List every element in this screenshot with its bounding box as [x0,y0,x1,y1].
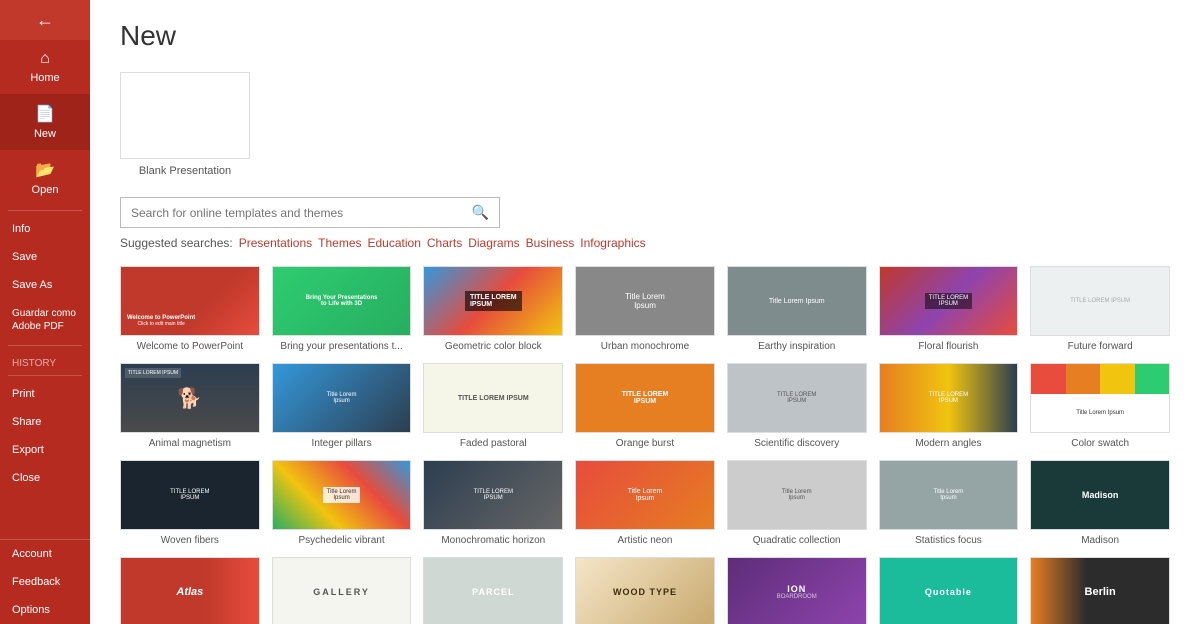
template-color-swatch[interactable]: Title Lorem Ipsum Color swatch [1030,363,1170,450]
search-bar: 🔍 [120,197,500,228]
template-name: Floral flourish [879,340,1019,353]
divider-2 [8,345,82,346]
sidebar-item-new[interactable]: 📄 New [0,94,90,150]
template-name: Color swatch [1030,437,1170,450]
sidebar-item-export[interactable]: Export [0,436,90,464]
template-berlin[interactable]: Berlin Berlin [1030,557,1170,624]
sidebar-item-close[interactable]: Close [0,464,90,492]
template-orange-burst[interactable]: TITLE LOREMIPSUM Orange burst [575,363,715,450]
sidebar-item-options[interactable]: Options [0,596,90,624]
divider-3 [8,375,82,376]
template-name: Statistics focus [879,534,1019,547]
suggested-infographics[interactable]: Infographics [580,236,645,250]
template-scientific[interactable]: TITLE LOREMIPSUM Scientific discovery [727,363,867,450]
template-geo[interactable]: TITLE LOREMIPSUM Geometric color block [423,266,563,353]
template-name: Quadratic collection [727,534,867,547]
template-name: Geometric color block [423,340,563,353]
suggested-business[interactable]: Business [526,236,575,250]
search-button[interactable]: 🔍 [462,198,499,227]
sidebar: ← ⌂ Home 📄 New 📂 Open Info Save Save As … [0,0,90,624]
blank-pres-thumb[interactable] [120,72,250,159]
search-input[interactable] [121,200,462,226]
template-name: Welcome to PowerPoint [120,340,260,353]
template-name: Madison [1030,534,1170,547]
template-urban[interactable]: Title LoremIpsum Urban monochrome [575,266,715,353]
template-gallery[interactable]: GALLERY Gallery [272,557,412,624]
template-name: Urban monochrome [575,340,715,353]
template-name: Monochromatic horizon [423,534,563,547]
template-name: Artistic neon [575,534,715,547]
sidebar-item-home[interactable]: ⌂ Home [0,40,90,94]
template-quadratic[interactable]: Title LoremIpsum Quadratic collection [727,460,867,547]
template-parcel[interactable]: PARCEL Parcel [423,557,563,624]
sidebar-bottom: Account Feedback Options [0,539,90,624]
sidebar-item-save-as[interactable]: Save As [0,271,90,299]
template-earth[interactable]: Title Lorem Ipsum Earthy inspiration [727,266,867,353]
template-grid: Welcome to PowerPointClick to edit main … [120,266,1170,624]
template-animal[interactable]: TITLE LOREM IPSUM 🐕 Animal magnetism [120,363,260,450]
template-psychedelic[interactable]: Title LoremIpsum Psychedelic vibrant [272,460,412,547]
back-button[interactable]: ← [0,0,90,40]
template-madison[interactable]: Madison Madison [1030,460,1170,547]
suggested-charts[interactable]: Charts [427,236,462,250]
suggested-diagrams[interactable]: Diagrams [468,236,519,250]
template-floral[interactable]: TITLE LOREMIPSUM Floral flourish [879,266,1019,353]
template-welcome[interactable]: Welcome to PowerPointClick to edit main … [120,266,260,353]
sidebar-item-info[interactable]: Info [0,215,90,243]
template-wood[interactable]: WOOD TYPE Wood Type [575,557,715,624]
sidebar-item-share[interactable]: Share [0,408,90,436]
sidebar-item-account[interactable]: Account [0,540,90,568]
template-name: Bring your presentations t... [272,340,412,353]
sidebar-item-print[interactable]: Print [0,380,90,408]
home-icon: ⌂ [40,50,50,68]
template-name: Psychedelic vibrant [272,534,412,547]
divider-1 [8,210,82,211]
page-title: New [120,20,1170,52]
template-statistics[interactable]: Title LoremIpsum Statistics focus [879,460,1019,547]
template-modern[interactable]: TITLE LOREMIPSUM Modern angles [879,363,1019,450]
open-icon: 📂 [35,160,55,180]
template-atlas[interactable]: Atlas Atlas [120,557,260,624]
template-monochromatic[interactable]: TITLE LOREMIPSUM Monochromatic horizon [423,460,563,547]
template-name: Integer pillars [272,437,412,450]
template-faded[interactable]: TITLE LOREM IPSUM Faded pastoral [423,363,563,450]
template-bring[interactable]: Bring Your Presentationsto Life with 3D … [272,266,412,353]
template-name: Orange burst [575,437,715,450]
template-future[interactable]: TITLE LOREM IPSUM Future forward [1030,266,1170,353]
main-content: New Blank Presentation 🔍 Suggested searc… [90,0,1200,624]
suggested-education[interactable]: Education [368,236,421,250]
template-ion[interactable]: ION BOARDROOM Ion Boardroom [727,557,867,624]
template-name: Animal magnetism [120,437,260,450]
sidebar-item-open[interactable]: 📂 Open [0,150,90,206]
history-label: History [0,350,90,371]
suggested-label: Suggested searches: [120,236,233,250]
template-name: Future forward [1030,340,1170,353]
blank-presentation[interactable]: Blank Presentation [120,72,250,177]
template-artistic[interactable]: Title LoremIpsum Artistic neon [575,460,715,547]
sidebar-item-save[interactable]: Save [0,243,90,271]
new-icon: 📄 [35,104,55,124]
template-name: Scientific discovery [727,437,867,450]
template-name: Modern angles [879,437,1019,450]
sidebar-item-feedback[interactable]: Feedback [0,568,90,596]
sidebar-item-guardar[interactable]: Guardar como Adobe PDF [0,299,90,341]
template-name: Faded pastoral [423,437,563,450]
template-integer[interactable]: Title LoremIpsum Integer pillars [272,363,412,450]
suggested-searches: Suggested searches: Presentations Themes… [120,236,1170,250]
template-quotable[interactable]: Quotable Quotable [879,557,1019,624]
suggested-presentations[interactable]: Presentations [239,236,312,250]
template-woven[interactable]: TITLE LOREMIPSUM Woven fibers [120,460,260,547]
suggested-themes[interactable]: Themes [318,236,361,250]
template-name: Earthy inspiration [727,340,867,353]
back-icon: ← [36,10,54,31]
template-name: Woven fibers [120,534,260,547]
blank-pres-label: Blank Presentation [120,165,250,177]
